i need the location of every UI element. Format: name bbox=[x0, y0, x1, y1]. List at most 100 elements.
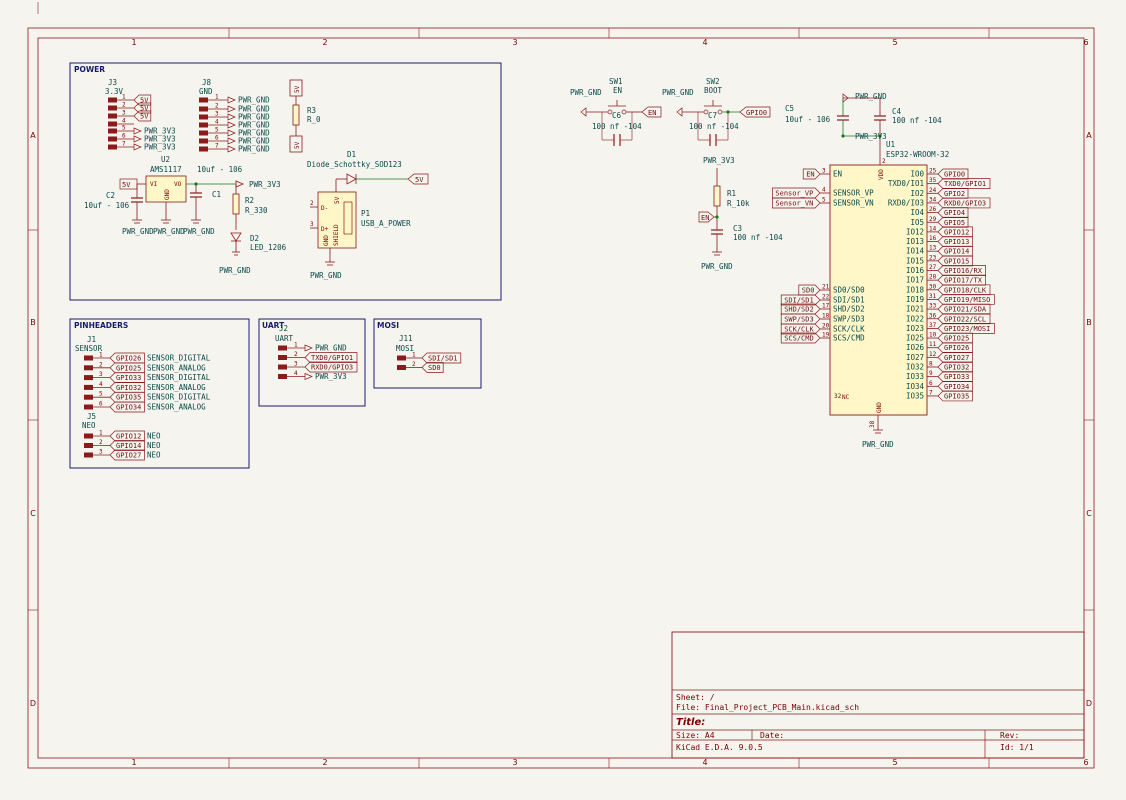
j5-gpio-label-text: GPIO27 bbox=[116, 452, 141, 460]
c2-capacitor[interactable] bbox=[131, 184, 143, 220]
r3-net-bottom: 5V bbox=[294, 141, 301, 149]
c4-value: 100 nf -104 bbox=[892, 116, 942, 125]
esp-left-pin-num: 19 bbox=[822, 332, 830, 339]
pin-number: 3 bbox=[99, 371, 103, 378]
esp-right-net-label-text: GPIO18/CLK bbox=[944, 286, 987, 294]
pin-body bbox=[278, 364, 287, 370]
grid-row-left: C bbox=[30, 509, 36, 518]
esp-gnd-bottom-label: PWR_GND bbox=[862, 440, 894, 449]
grid-row-right: D bbox=[1086, 699, 1092, 708]
grid-col-top: 3 bbox=[512, 38, 517, 47]
d2-gnd-label: PWR_GND bbox=[219, 266, 251, 275]
esp-left-net-text: Sensor_VP bbox=[775, 190, 813, 198]
grid-row-right: A bbox=[1086, 131, 1092, 140]
title-block-sheet: Sheet: / bbox=[676, 693, 715, 702]
r3-ref: R3 bbox=[307, 106, 316, 115]
esp-right-pin-num: 31 bbox=[929, 293, 937, 300]
j3-value: 3.3V bbox=[105, 87, 124, 96]
d1-diode[interactable] bbox=[335, 173, 408, 192]
pin-body bbox=[199, 114, 208, 120]
esp-left-pin-num: 22 bbox=[822, 294, 830, 301]
u2-input-net-label: 5V bbox=[119, 178, 138, 190]
u2-pin-gnd: GND bbox=[164, 189, 171, 200]
pin-number: 1 bbox=[294, 342, 298, 349]
pin-body bbox=[84, 404, 93, 410]
schematic-canvas[interactable]: 112233445566A AB BC CD D POWER J3 3.3V 12345… bbox=[0, 0, 1126, 800]
esp-right-pin-name: IO35 bbox=[906, 391, 924, 400]
esp-left-pin-name: SHD/SD2 bbox=[833, 305, 865, 314]
pin-body bbox=[108, 113, 117, 119]
esp-left-pin-num: 17 bbox=[822, 303, 830, 310]
pin-body bbox=[108, 144, 117, 150]
r1-resistor[interactable] bbox=[713, 168, 721, 230]
esp-pin-nc-num: 32 bbox=[834, 393, 842, 400]
j8-net-gnd-arrow bbox=[227, 96, 236, 104]
j3-connector[interactable]: 12345675V5V5VPWR_3V3PWR_3V3PWR_3V3 bbox=[108, 94, 176, 152]
pin-body bbox=[278, 355, 287, 360]
u1-ref: U1 bbox=[886, 140, 895, 149]
pin-number: 5 bbox=[215, 127, 219, 134]
r3-resistor[interactable]: 5V 5V bbox=[289, 79, 303, 153]
j8-connector[interactable]: 1 PWR_GND2 PWR_GND3 PWR_GND4 PWR_GND5 PWR_GND… bbox=[199, 94, 270, 154]
esp-left-pin-name: EN bbox=[833, 170, 842, 179]
p1-pin-dplus: D+ bbox=[321, 226, 329, 233]
d2-led[interactable] bbox=[230, 232, 242, 256]
j1-sensor-connector[interactable]: 1 GPIO26 SENSOR_DIGITAL 2 GPIO25 SENSOR_ANALO… bbox=[84, 352, 211, 413]
j8-ref: J8 bbox=[202, 78, 212, 87]
j2-net-label-text: RXD0/GPIO3 bbox=[311, 364, 353, 372]
pin-number: 6 bbox=[99, 401, 103, 408]
esp-left-pin-num: 4 bbox=[822, 187, 826, 194]
esp-right-net-label-text: GPIO0 bbox=[944, 171, 965, 179]
esp-pin-gnd: GND bbox=[876, 402, 883, 413]
esp-right-pin-name: RXD0/IO3 bbox=[888, 198, 924, 207]
esp-right-pin-num: 35 bbox=[929, 177, 937, 184]
d1-ref: D1 bbox=[347, 150, 356, 159]
esp-right-net-label-text: GPIO17/TX bbox=[944, 277, 983, 285]
pin-body bbox=[108, 136, 117, 142]
u2-ground-symbols bbox=[132, 219, 201, 224]
c3-value: 100 nf -104 bbox=[733, 233, 783, 242]
esp-pin-nc: NC bbox=[842, 394, 850, 401]
esp-right-pin-num: 29 bbox=[929, 216, 937, 223]
esp-left-pin-num: 3 bbox=[822, 168, 826, 175]
esp-right-net-label-text: GPIO26 bbox=[944, 344, 969, 352]
esp-right-pin-name: IO2 bbox=[910, 189, 924, 198]
u2-regulator[interactable]: VI VO GND bbox=[137, 175, 236, 220]
j5-gpio-label-text: GPIO14 bbox=[116, 442, 141, 450]
pin-body bbox=[199, 97, 208, 103]
pin-body bbox=[108, 121, 117, 127]
title-block-date: Date: bbox=[760, 731, 784, 740]
pin-number: 2 bbox=[99, 439, 103, 446]
r1-en-net-label: EN bbox=[698, 211, 715, 223]
u2-value: AMS1117 bbox=[150, 165, 182, 174]
esp-right-net-label-text: GPIO2 bbox=[944, 190, 965, 198]
grid-col-bottom: 1 bbox=[131, 758, 136, 767]
pin-body bbox=[108, 128, 117, 134]
esp-right-pin-num: 28 bbox=[929, 274, 937, 281]
pinheaders-sheet-title: PINHEADERS bbox=[74, 321, 128, 330]
c1-capacitor[interactable] bbox=[190, 182, 202, 220]
pin-body bbox=[84, 433, 93, 439]
esp-right-pin-num: 36 bbox=[929, 312, 937, 319]
grid-col-top: 2 bbox=[322, 38, 327, 47]
esp-right-pin-name: IO13 bbox=[906, 237, 924, 246]
esp-left-pin-name: SCK/CLK bbox=[833, 325, 865, 334]
p1-pin-dminus: D- bbox=[321, 205, 328, 212]
r2-resistor[interactable] bbox=[232, 184, 240, 230]
esp-right-pin-name: IO19 bbox=[906, 295, 924, 304]
j5-neo-connector[interactable]: 1 GPIO12 NEO 2 GPIO14 NEO 3 GPIO27 NEO bbox=[84, 430, 161, 461]
c2-ref: C2 bbox=[106, 191, 115, 200]
pin-body bbox=[199, 122, 208, 128]
esp-gnd-top-label: PWR_GND bbox=[855, 92, 887, 101]
decoupling-capacitors[interactable] bbox=[837, 93, 886, 165]
esp-left-pin-num: 5 bbox=[822, 197, 826, 204]
esp-left-pin-name: SDI/SD1 bbox=[833, 296, 865, 305]
j5-gpio-label-text: GPIO12 bbox=[116, 433, 141, 441]
p1-usb-connector[interactable]: 2 3 5V D- D+ GND SHIELD bbox=[310, 191, 357, 266]
esp-right-pin-name: IO34 bbox=[906, 382, 925, 391]
c3-capacitor[interactable] bbox=[711, 229, 723, 256]
title-block bbox=[671, 631, 1085, 759]
j2-uart-connector[interactable]: 1 PWR_GND 2 TXD0/GPIO1 3 RXD0/GPIO3 4 PWR_3V3 bbox=[278, 342, 358, 382]
u2-pin-vo: VO bbox=[174, 181, 182, 188]
j11-mosi-connector[interactable]: 1 SDI/SD1 2 SD0 bbox=[397, 352, 462, 373]
